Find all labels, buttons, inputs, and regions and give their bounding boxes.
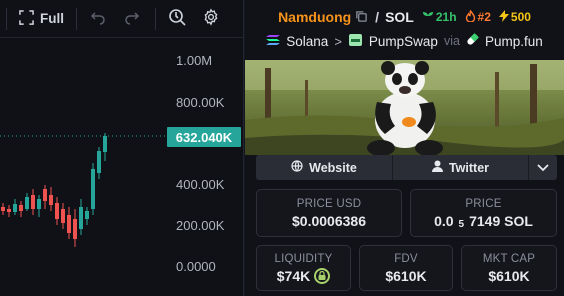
- price-native-rest: 7149 SOL: [469, 212, 533, 229]
- social-links: Website Twitter: [256, 155, 557, 180]
- candle: [85, 211, 89, 219]
- copy-icon[interactable]: [355, 10, 369, 24]
- pair-age: 21h: [422, 10, 457, 25]
- candle: [43, 189, 47, 201]
- quote-token: SOL: [385, 9, 414, 25]
- trending-rank[interactable]: #2: [465, 9, 491, 25]
- candle: [97, 151, 101, 173]
- redo-icon: [124, 9, 140, 28]
- globe-icon: [291, 160, 303, 175]
- price-native-zero-count: 5: [458, 219, 465, 230]
- pill-icon: [466, 33, 479, 49]
- lock-icon[interactable]: [314, 267, 331, 284]
- twitter-label: Twitter: [448, 160, 490, 175]
- candle: [67, 215, 71, 233]
- liquidity-box: LIQUIDITY $74K: [256, 245, 351, 291]
- fullscreen-icon: [19, 9, 34, 28]
- chart-panel: Full 1.00M 800.00K 400.00K 200.00K 0.000…: [0, 0, 244, 296]
- token-name: Namduong: [278, 9, 352, 25]
- candle: [7, 209, 11, 212]
- gear-icon: [202, 8, 220, 29]
- chart-canvas: [0, 133, 166, 247]
- flame-icon: [465, 9, 476, 25]
- candle: [25, 197, 29, 209]
- liquidity-value: $74K: [276, 267, 311, 284]
- current-price-tag: 632.040K: [167, 127, 241, 147]
- candle: [31, 195, 35, 209]
- fullscreen-button[interactable]: Full: [11, 5, 70, 33]
- candle: [37, 199, 41, 209]
- pair-header: Namduong / SOL 21h #2 500: [245, 6, 564, 28]
- zoom-reset-button[interactable]: [160, 5, 194, 33]
- price-axis-label: 0.0000: [176, 259, 216, 274]
- dex-name[interactable]: PumpSwap: [369, 34, 438, 49]
- fdv-value: $610K: [385, 267, 427, 284]
- settings-button[interactable]: [194, 5, 228, 33]
- toolbar-divider: [6, 7, 7, 30]
- market-cap-value: $610K: [488, 267, 530, 284]
- candle: [13, 204, 17, 212]
- token-banner-image: [245, 60, 564, 155]
- candle: [91, 169, 95, 209]
- liquidity-label: LIQUIDITY: [274, 252, 333, 265]
- price-axis-label: 1.00M: [176, 53, 213, 68]
- solana-icon: [266, 34, 281, 49]
- price-native-box: PRICE 0.0 5 7149 SOL: [410, 189, 557, 237]
- price-axis-label: 800.00K: [176, 95, 225, 110]
- candle: [1, 207, 5, 211]
- price-usd-box: PRICE USD $0.0006386: [256, 189, 402, 237]
- liquidity-value-row: $74K: [276, 267, 331, 284]
- trending-rank-value: #2: [477, 10, 491, 24]
- website-button[interactable]: Website: [256, 155, 393, 180]
- candle: [55, 203, 59, 219]
- price-native-prefix: 0.0: [434, 212, 454, 229]
- boost-count[interactable]: 500: [498, 9, 531, 25]
- chevron-down-icon: [537, 161, 549, 175]
- lightning-icon: [498, 9, 509, 25]
- pair-separator: /: [375, 9, 380, 25]
- price-usd-value: $0.0006386: [292, 212, 366, 229]
- fullscreen-label: Full: [40, 11, 64, 26]
- website-label: Website: [309, 160, 357, 175]
- zoom-reset-icon: [168, 8, 186, 29]
- pair-age-value: 21h: [435, 10, 457, 24]
- candle: [19, 205, 23, 211]
- fdv-label: FDV: [394, 252, 418, 265]
- price-native-label: PRICE: [465, 197, 502, 210]
- chain-name[interactable]: Solana: [286, 34, 328, 49]
- candles: [1, 133, 107, 247]
- price-native-value: 0.0 5 7149 SOL: [434, 212, 533, 231]
- undo-icon: [90, 9, 106, 28]
- via-label: via: [443, 34, 460, 48]
- price-axis-label: 200.00K: [176, 218, 225, 233]
- chart-toolbar: Full: [0, 0, 243, 38]
- market-cap-label: MKT CAP: [482, 252, 536, 265]
- seedling-icon: [422, 10, 434, 25]
- twitter-button[interactable]: Twitter: [393, 155, 529, 180]
- pumpswap-icon: [348, 33, 363, 50]
- undo-button[interactable]: [81, 5, 115, 33]
- candle: [103, 136, 107, 152]
- user-icon: [431, 160, 443, 175]
- price-usd-label: PRICE USD: [296, 197, 362, 210]
- more-links-button[interactable]: [529, 155, 557, 180]
- redo-button[interactable]: [115, 5, 149, 33]
- fdv-box: FDV $610K: [359, 245, 453, 291]
- chain-breadcrumb: Solana > PumpSwap via Pump.fun: [245, 31, 564, 51]
- price-axis-label: 400.00K: [176, 177, 225, 192]
- candlestick-chart[interactable]: 1.00M 800.00K 400.00K 200.00K 0.0000 632…: [0, 39, 243, 296]
- toolbar-divider: [76, 7, 77, 30]
- boost-count-value: 500: [510, 10, 531, 24]
- candle: [79, 207, 83, 229]
- candle: [49, 195, 53, 205]
- chevron-right-icon: >: [334, 33, 342, 49]
- toolbar-divider: [155, 7, 156, 30]
- candle: [73, 219, 77, 239]
- market-cap-box: MKT CAP $610K: [461, 245, 557, 291]
- token-info-panel: Namduong / SOL 21h #2 500 Solana > PumpS…: [245, 0, 564, 296]
- launchpad-name[interactable]: Pump.fun: [485, 34, 543, 49]
- candle: [61, 209, 65, 223]
